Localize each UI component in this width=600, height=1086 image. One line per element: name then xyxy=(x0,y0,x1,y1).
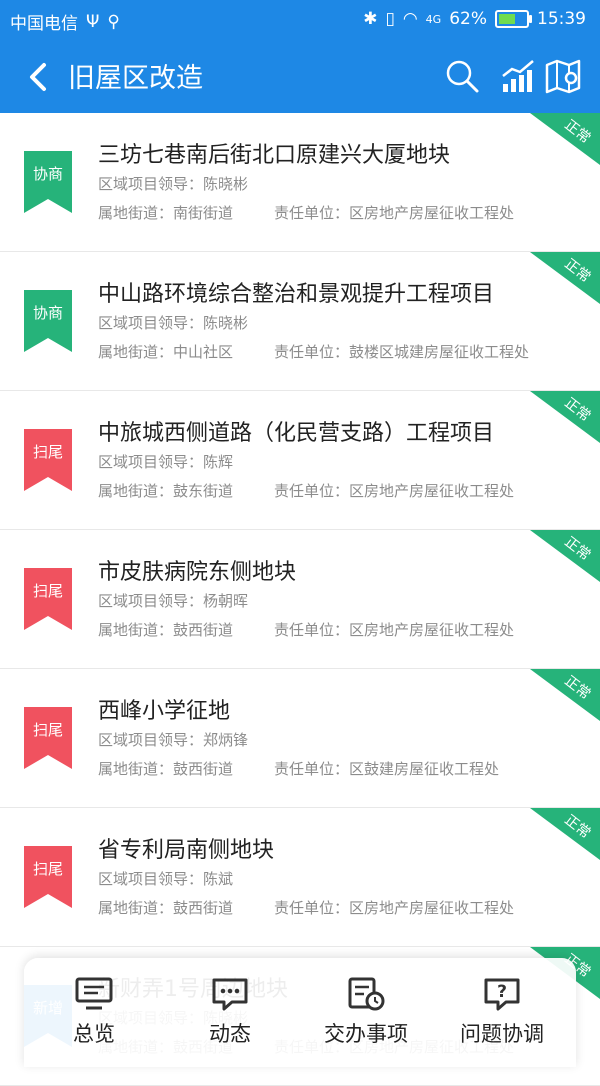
bluetooth-icon: ✱ xyxy=(363,9,378,29)
project-street: 属地街道：中山社区 xyxy=(98,343,234,361)
project-unit: 责任单位：区房地产房屋征收工程处 xyxy=(274,621,515,639)
nav-dynamics[interactable]: 动态 xyxy=(170,976,290,1048)
project-street: 属地街道：鼓西街道 xyxy=(98,760,234,778)
tag-label: 扫尾 xyxy=(32,721,63,739)
project-leader: 区域项目领导：陈晓彬 xyxy=(98,314,249,332)
project-street: 属地街道：鼓东街道 xyxy=(98,482,234,500)
nav-tasks[interactable]: 交办事项 xyxy=(306,976,426,1048)
bottom-nav: 总览 动态 交办事项 ? 问题协调 xyxy=(24,958,576,1067)
wifi-icon: ◠ xyxy=(402,9,418,29)
signal-icon: 4G xyxy=(425,12,442,26)
project-meta: 属地街道：鼓东街道 责任单位：区房地产房屋征收工程处 xyxy=(98,480,514,501)
battery-percent: 62% xyxy=(449,9,487,29)
task-clock-icon xyxy=(348,977,385,1011)
project-leader: 区域项目领导：陈晓彬 xyxy=(98,175,249,193)
page-title: 旧屋区改造 xyxy=(68,63,203,94)
project-card[interactable]: 扫尾 省专利局南侧地块 区域项目领导：陈斌 属地街道：鼓西街道 责任单位：区房地… xyxy=(0,808,600,947)
nav-overview[interactable]: 总览 xyxy=(34,976,154,1048)
nav-issues-label: 问题协调 xyxy=(460,1022,544,1046)
project-leader: 区域项目领导：陈辉 xyxy=(98,453,234,471)
project-name: 中山路环境综合整治和景观提升工程项目 xyxy=(98,282,495,307)
project-street: 属地街道：南街街道 xyxy=(98,204,234,222)
project-unit: 责任单位：区鼓建房屋征收工程处 xyxy=(274,760,500,778)
project-name: 市皮肤病院东侧地块 xyxy=(98,560,297,585)
project-meta: 属地街道：南街街道 责任单位：区房地产房屋征收工程处 xyxy=(98,202,514,223)
tag-label: 扫尾 xyxy=(32,443,63,461)
nav-tasks-label: 交办事项 xyxy=(324,1022,408,1046)
usb-debug-icon: ⚲ xyxy=(107,11,120,32)
project-street: 属地街道：鼓西街道 xyxy=(98,621,234,639)
tag-label: 扫尾 xyxy=(32,582,63,600)
carrier-label: 中国电信 xyxy=(10,14,78,34)
project-unit: 责任单位：区房地产房屋征收工程处 xyxy=(274,482,515,500)
tag-label: 扫尾 xyxy=(32,860,63,878)
svg-text:?: ? xyxy=(497,982,507,1002)
usb-icon: Ψ xyxy=(86,11,100,32)
search-icon[interactable] xyxy=(444,58,480,94)
chat-icon xyxy=(212,978,248,1011)
nav-dynamics-label: 动态 xyxy=(209,1022,251,1046)
project-card[interactable]: 协商 中山路环境综合整治和景观提升工程项目 区域项目领导：陈晓彬 属地街道：中山… xyxy=(0,252,600,391)
project-meta: 属地街道：中山社区 责任单位：鼓楼区城建房屋征收工程处 xyxy=(98,341,529,362)
vibrate-icon: ▯ xyxy=(385,9,395,29)
nav-issues[interactable]: ? 问题协调 xyxy=(442,976,562,1048)
project-meta: 属地街道：鼓西街道 责任单位：区房地产房屋征收工程处 xyxy=(98,897,514,918)
project-list: 协商 三坊七巷南后街北口原建兴大厦地块 区域项目领导：陈晓彬 属地街道：南街街道… xyxy=(0,113,600,1086)
question-bubble-icon: ? xyxy=(484,978,520,1011)
project-name: 中旅城西侧道路（化民营支路）工程项目 xyxy=(98,421,495,446)
battery-icon xyxy=(495,10,532,28)
project-leader: 区域项目领导：陈斌 xyxy=(98,870,234,888)
project-leader: 区域项目领导：杨朝晖 xyxy=(98,592,249,610)
clock: 15:39 xyxy=(537,9,586,29)
project-street: 属地街道：鼓西街道 xyxy=(98,899,234,917)
nav-overview-label: 总览 xyxy=(73,1022,115,1046)
app-header: 中国电信 Ψ ⚲ ✱ ▯ ◠ 4G 62% 15:39 旧屋区改造 xyxy=(0,0,600,113)
project-unit: 责任单位：区房地产房屋征收工程处 xyxy=(274,204,515,222)
project-unit: 责任单位：区房地产房屋征收工程处 xyxy=(274,899,515,917)
tag-label: 协商 xyxy=(32,304,63,322)
project-unit: 责任单位：鼓楼区城建房屋征收工程处 xyxy=(274,343,530,361)
project-card[interactable]: 扫尾 中旅城西侧道路（化民营支路）工程项目 区域项目领导：陈辉 属地街道：鼓东街… xyxy=(0,391,600,530)
tag-label: 协商 xyxy=(32,165,63,183)
project-card[interactable]: 协商 三坊七巷南后街北口原建兴大厦地块 区域项目领导：陈晓彬 属地街道：南街街道… xyxy=(0,113,600,252)
project-meta: 属地街道：鼓西街道 责任单位：区鼓建房屋征收工程处 xyxy=(98,758,499,779)
project-leader: 区域项目领导：郑炳锋 xyxy=(98,731,249,749)
status-bar: 中国电信 Ψ ⚲ ✱ ▯ ◠ 4G 62% 15:39 xyxy=(0,0,600,40)
project-name: 省专利局南侧地块 xyxy=(98,838,275,863)
map-icon[interactable] xyxy=(545,58,581,94)
project-name: 三坊七巷南后街北口原建兴大厦地块 xyxy=(98,143,451,168)
project-card[interactable]: 扫尾 市皮肤病院东侧地块 区域项目领导：杨朝晖 属地街道：鼓西街道 责任单位：区… xyxy=(0,530,600,669)
back-arrow-icon[interactable] xyxy=(24,60,54,94)
project-meta: 属地街道：鼓西街道 责任单位：区房地产房屋征收工程处 xyxy=(98,619,514,640)
project-card[interactable]: 扫尾 西峰小学征地 区域项目领导：郑炳锋 属地街道：鼓西街道 责任单位：区鼓建房… xyxy=(0,669,600,808)
chart-icon[interactable] xyxy=(500,58,536,94)
title-bar: 旧屋区改造 xyxy=(0,40,600,113)
monitor-icon xyxy=(75,977,113,1010)
project-name: 西峰小学征地 xyxy=(98,699,231,724)
